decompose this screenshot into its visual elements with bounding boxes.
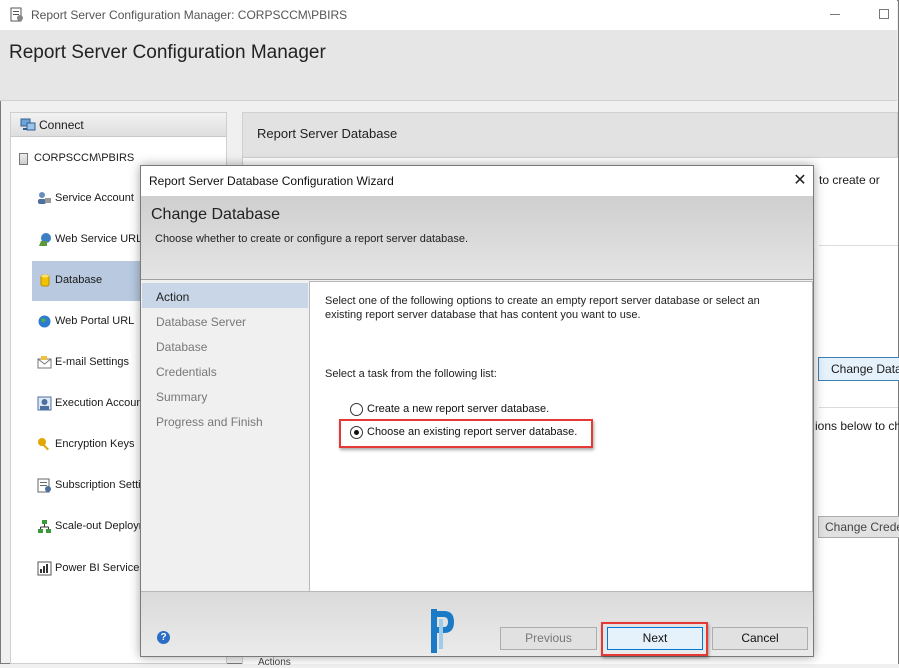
option-label: Create a new report server database.	[367, 403, 550, 415]
email-icon	[37, 356, 52, 369]
close-icon[interactable]: ✕	[791, 170, 809, 190]
sidebar-item-label: Service Account	[55, 192, 134, 204]
key-icon	[38, 438, 49, 451]
wizard-heading: Change Database	[151, 206, 280, 223]
step-database-server[interactable]: Database Server	[142, 308, 308, 333]
server-name: CORPSCCM\PBIRS	[34, 152, 135, 164]
web-service-icon	[39, 233, 51, 246]
globe-icon	[38, 315, 51, 328]
sidebar-item-label: E-mail Settings	[55, 356, 129, 368]
highlight-box	[601, 622, 708, 656]
maximize-icon[interactable]	[879, 9, 889, 19]
wizard-title: Report Server Database Configuration Wiz…	[149, 174, 394, 188]
service-account-icon	[38, 192, 51, 204]
divider	[819, 407, 898, 408]
sidebar-item-label: Database	[55, 274, 103, 286]
wizard-subheading: Choose whether to create or configure a …	[155, 233, 469, 245]
sidebar-item-label: Scale-out Deploym	[55, 520, 148, 532]
database-icon	[40, 274, 50, 287]
highlight-box	[339, 419, 593, 448]
help-icon[interactable]: ?	[157, 631, 170, 644]
connect-label: Connect	[39, 118, 84, 132]
connect-icon	[20, 118, 36, 131]
section-title: Report Server Database	[257, 126, 398, 141]
change-credentials-button[interactable]: Change Creder	[818, 516, 899, 538]
previous-button[interactable]: Previous	[500, 627, 597, 650]
server-icon	[19, 153, 28, 165]
sidebar-item-label: Execution Accoun	[55, 397, 143, 409]
sidebar-item-label: Web Portal URL	[55, 315, 135, 327]
divider	[819, 245, 898, 246]
scale-out-icon	[38, 520, 51, 533]
window-title: Report Server Configuration Manager: COR…	[31, 8, 348, 22]
watermark-logo-icon	[431, 609, 454, 653]
app-header-title: Report Server Configuration Manager	[9, 42, 326, 63]
step-progress-and-finish[interactable]: Progress and Finish	[142, 408, 308, 433]
sidebar-item-label: Web Service URL	[55, 233, 143, 245]
step-database[interactable]: Database	[142, 333, 308, 358]
app-icon	[10, 7, 23, 22]
step-action[interactable]: Action	[142, 283, 308, 308]
change-database-button[interactable]: Change Data	[818, 357, 899, 381]
section-description: to create or	[819, 173, 880, 187]
radio-button[interactable]	[350, 403, 363, 416]
task-list-label: Select a task from the following list:	[325, 368, 497, 380]
power-bi-icon	[37, 561, 52, 576]
minimize-icon[interactable]	[830, 14, 840, 15]
sidebar-item-label: Encryption Keys	[55, 438, 135, 450]
sidebar-item-label: Power BI Service (	[55, 562, 147, 574]
step-credentials[interactable]: Credentials	[142, 358, 308, 383]
app-header	[0, 30, 897, 101]
subscription-icon	[37, 478, 51, 493]
credentials-description: ions below to ch	[815, 419, 899, 433]
wizard-intro-text: Select one of the following options to c…	[325, 295, 760, 321]
cancel-button[interactable]: Cancel	[712, 627, 808, 650]
actions-label: Actions	[258, 657, 291, 668]
execution-account-icon	[37, 396, 52, 411]
step-summary[interactable]: Summary	[142, 383, 308, 408]
sidebar-item-label: Subscription Setti	[55, 479, 141, 491]
